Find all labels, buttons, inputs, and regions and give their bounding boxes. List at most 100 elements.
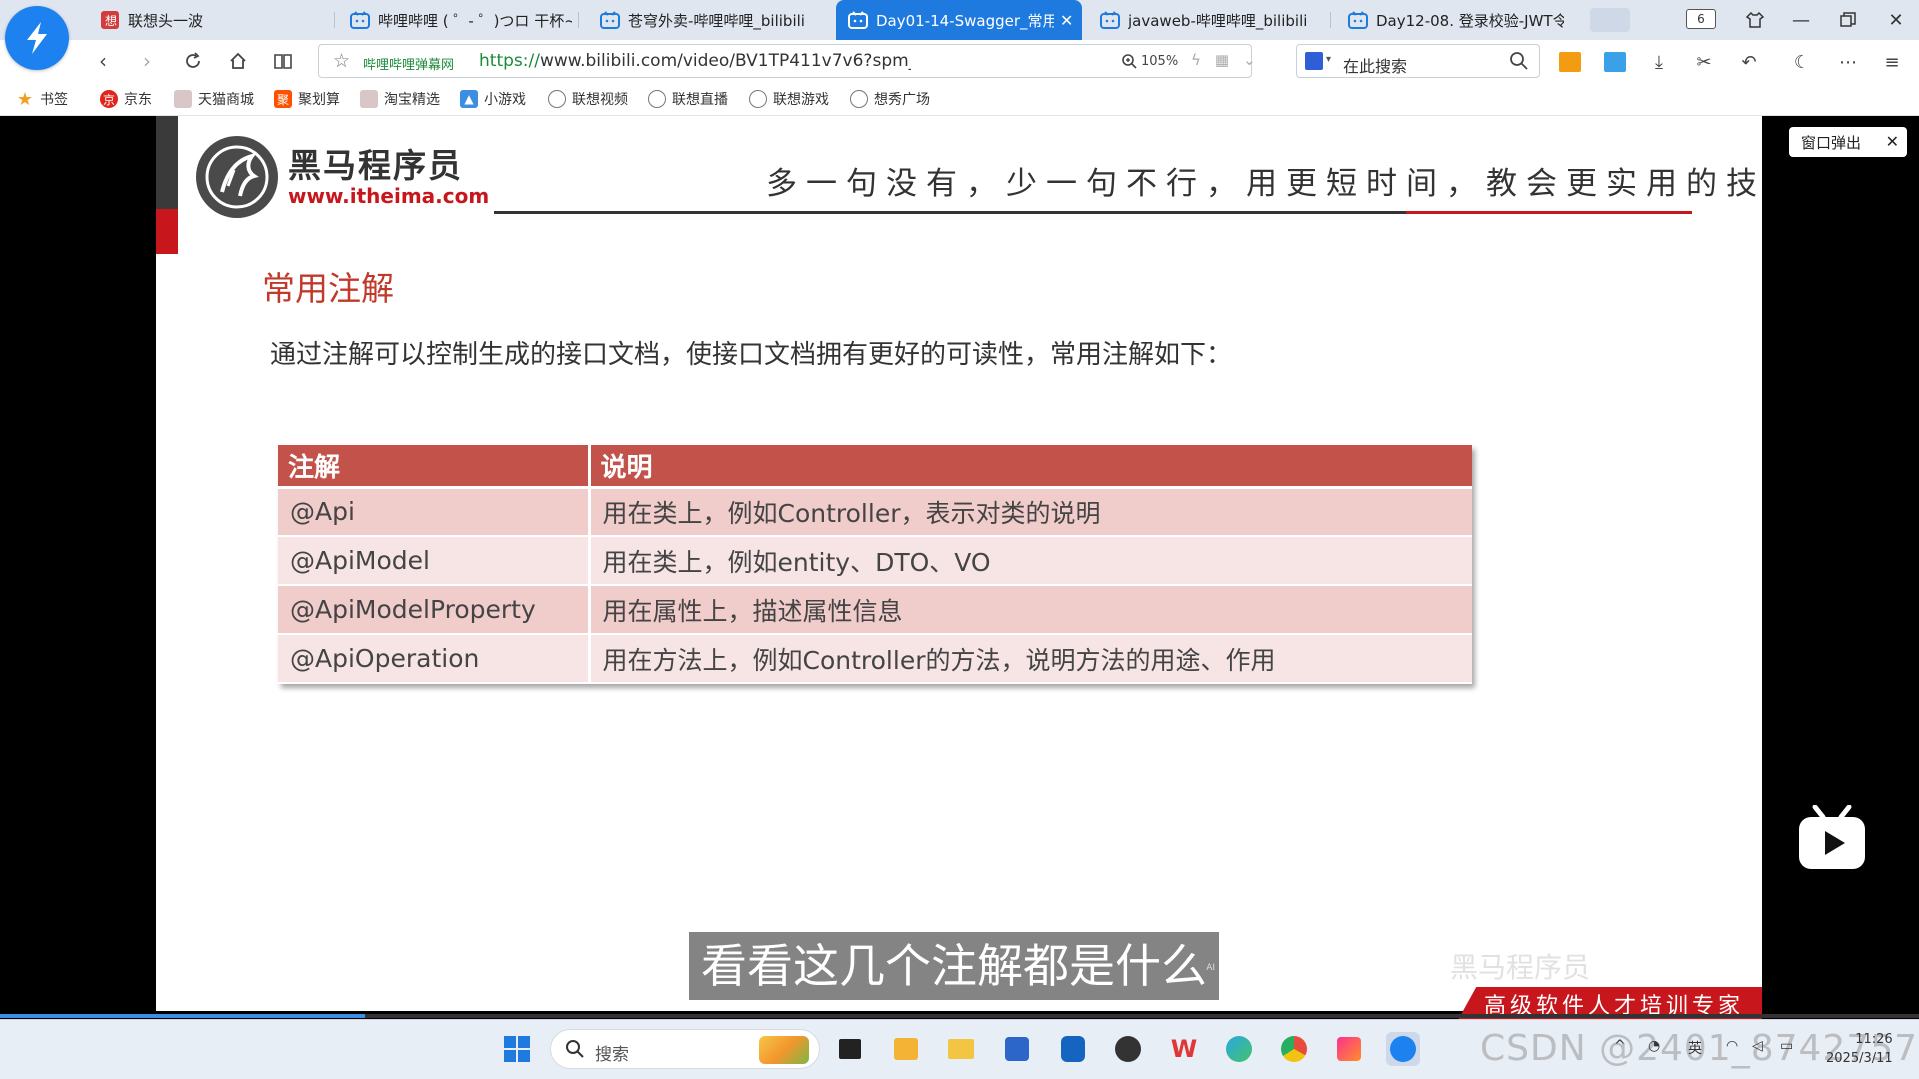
close-window-icon[interactable]: ✕ — [1884, 8, 1908, 32]
windows-start-icon[interactable] — [500, 1032, 534, 1066]
logo-url: www.itheima.com — [288, 184, 490, 208]
tray-chevron-icon[interactable]: ^ — [1614, 1038, 1626, 1054]
globe-icon — [548, 90, 566, 108]
reader-mode-icon[interactable] — [270, 48, 296, 74]
bilibili-play-icon[interactable] — [1797, 805, 1867, 875]
bookmark-item[interactable]: 想秀广场 — [850, 89, 930, 109]
wifi-icon[interactable]: ◠ — [1726, 1038, 1738, 1054]
description-cell: 用在方法上，例如Controller的方法，说明方法的用途、作用 — [589, 634, 1472, 684]
globe-icon — [648, 90, 666, 108]
bookmark-item[interactable]: 联想游戏 — [749, 89, 829, 109]
tab-3-active[interactable]: Day01-14-Swagger_常用 ✕ — [836, 0, 1082, 40]
bookmark-star-icon[interactable]: ☆ — [333, 50, 355, 72]
search-engine-icon[interactable] — [1305, 52, 1323, 70]
taskbar: 搜索 W CSDN @2401_87427577 ^ ◔ 英 ◠ ◁ ▭ 11:… — [0, 1019, 1919, 1079]
bookmark-item[interactable]: 联想视频 — [548, 89, 628, 109]
url-text[interactable]: https://www.bilibili.com/video/BV1TP411v… — [479, 51, 911, 71]
search-icon — [566, 1040, 584, 1058]
edge-icon[interactable] — [1222, 1032, 1256, 1066]
lightning-icon[interactable]: ϟ — [1191, 51, 1201, 69]
widgets-icon[interactable] — [889, 1032, 923, 1066]
bookmark-item[interactable]: 淘宝精选 — [360, 89, 440, 109]
panda-app-icon[interactable] — [1111, 1032, 1145, 1066]
slide-title: 常用注解 — [262, 269, 394, 308]
tab-1[interactable]: 哔哩哔哩 ( ゜- ゜)つロ 干杯~ — [338, 0, 572, 40]
input-language[interactable]: 英 — [1688, 1038, 1702, 1058]
globe-icon — [850, 90, 868, 108]
svg-text:想: 想 — [105, 13, 117, 28]
chevron-down-icon[interactable]: ⌄ — [1243, 51, 1256, 69]
search-box[interactable]: ▾ 在此搜索 — [1296, 44, 1540, 78]
more-icon[interactable]: ⋯ — [1836, 50, 1860, 74]
new-tab-button[interactable] — [1590, 8, 1630, 32]
menu-icon[interactable]: ≡ — [1880, 50, 1904, 74]
browser-logo-icon[interactable] — [5, 6, 69, 70]
bookmark-item[interactable]: ★ 书签 — [16, 89, 68, 110]
chrome-icon[interactable] — [1277, 1032, 1311, 1066]
description-cell: 用在类上，例如Controller，表示对类的说明 — [589, 487, 1472, 537]
lenovo-app-icon[interactable] — [1056, 1032, 1090, 1066]
annotation-cell: @ApiOperation — [278, 634, 591, 684]
bilibili-icon — [848, 10, 868, 30]
tmall-icon — [174, 90, 192, 108]
zoom-indicator[interactable]: 105% — [1121, 53, 1178, 69]
tab-2[interactable]: 苍穹外卖-哔哩哔哩_bilibili — [588, 0, 824, 40]
logo-chinese-name: 黑马程序员 — [288, 146, 463, 185]
close-icon[interactable]: ✕ — [1886, 132, 1899, 151]
search-icon[interactable] — [1509, 51, 1529, 71]
taobao-icon — [360, 90, 378, 108]
qr-code-icon[interactable]: ▦ — [1215, 51, 1229, 69]
tab-4[interactable]: javaweb-哔哩哔哩_bilibili — [1088, 0, 1324, 40]
system-clock[interactable]: 11:26 2025/3/11 — [1826, 1030, 1893, 1068]
reload-icon[interactable] — [180, 48, 206, 74]
brand-watermark: 黑马程序员 — [1450, 951, 1591, 984]
volume-icon[interactable]: ◁ — [1752, 1038, 1763, 1054]
popout-window-button[interactable]: 窗口弹出 ✕ — [1789, 127, 1907, 157]
bookmark-item[interactable]: 联想直播 — [648, 89, 728, 109]
bookmark-item[interactable]: 聚聚划算 — [274, 89, 340, 109]
table-header-row: 注解 说明 — [278, 445, 1472, 489]
orange-extension-icon[interactable] — [1558, 50, 1582, 74]
tab-0[interactable]: 想 联想头一波 — [88, 0, 328, 40]
tab-count[interactable]: 6 — [1686, 9, 1716, 29]
progress-fill[interactable] — [0, 1014, 365, 1018]
table-row: @ApiModelProperty 用在属性上，描述属性信息 — [278, 585, 1472, 635]
column-header: 注解 — [278, 445, 591, 489]
itheima-logo: 黑马程序员 www.itheima.com — [196, 136, 489, 218]
video-player[interactable]: 黑马程序员 www.itheima.com 多一句没有，少一句不行，用更短时间，… — [0, 116, 1919, 1020]
header-divider-accent — [1406, 211, 1692, 214]
home-icon[interactable] — [225, 48, 251, 74]
site-name: 哔哩哔哩弹幕网 — [363, 58, 455, 73]
browser-taskbar-icon[interactable] — [1386, 1032, 1420, 1066]
tab-close-icon[interactable]: ✕ — [1060, 11, 1073, 30]
minimize-icon[interactable]: — — [1789, 8, 1813, 32]
send-icon[interactable] — [1603, 50, 1627, 74]
task-view-icon[interactable] — [833, 1032, 867, 1066]
scissors-icon[interactable]: ✂ — [1692, 50, 1716, 74]
shirt-skin-icon[interactable] — [1743, 8, 1767, 32]
battery-icon[interactable]: ▭ — [1780, 1038, 1793, 1054]
night-mode-icon[interactable]: ☾ — [1790, 50, 1814, 74]
bookmark-item[interactable]: 京京东 — [100, 89, 152, 109]
tray-app-icon[interactable]: ◔ — [1648, 1038, 1660, 1054]
microsoft-store-icon[interactable] — [1000, 1032, 1034, 1066]
tab-5[interactable]: Day12-08. 登录校验-JWT令 — [1336, 0, 1572, 40]
slide-intro: 通过注解可以控制生成的接口文档，使接口文档拥有更好的可读性，常用注解如下： — [270, 340, 1233, 370]
restore-icon[interactable] — [1836, 8, 1860, 32]
intellij-icon[interactable] — [1332, 1032, 1366, 1066]
engine-caret-icon[interactable]: ▾ — [1326, 54, 1331, 65]
zoom-icon — [1122, 54, 1137, 69]
back-icon[interactable]: ‹ — [90, 48, 116, 74]
bookmarks-bar: ★ 书签 京京东 天猫商城 聚聚划算 淘宝精选 ▲ 小游戏 联想视频 联想直播 联想… — [0, 80, 1919, 116]
bookmark-item[interactable]: ▲ 小游戏 — [460, 89, 526, 109]
address-bar[interactable]: ☆ 哔哩哔哩弹幕网 https://www.bilibili.com/video… — [318, 44, 1256, 78]
undo-icon[interactable]: ↶ — [1737, 50, 1761, 74]
horse-logo-icon — [196, 136, 278, 218]
annotation-cell: @ApiModelProperty — [278, 585, 591, 635]
bookmark-item[interactable]: 天猫商城 — [174, 89, 254, 109]
taskbar-search[interactable]: 搜索 — [550, 1029, 820, 1069]
download-icon[interactable]: ⤓ — [1647, 50, 1671, 74]
forward-icon[interactable]: › — [134, 48, 160, 74]
file-explorer-icon[interactable] — [944, 1032, 978, 1066]
wps-icon[interactable]: W — [1167, 1032, 1201, 1066]
